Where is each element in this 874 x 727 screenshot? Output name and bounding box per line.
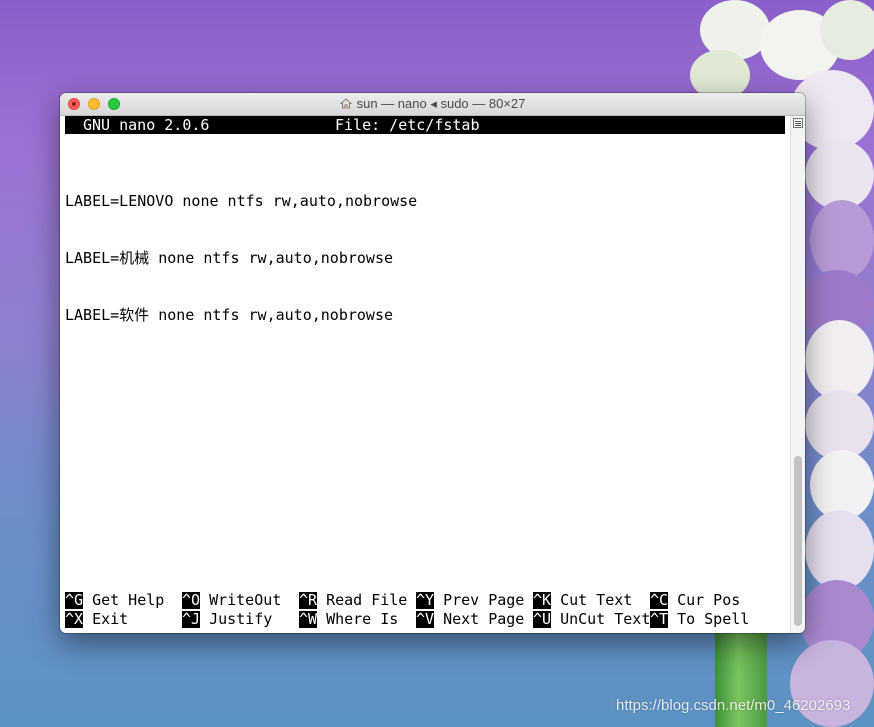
scrollbar-menu-icon[interactable]	[793, 118, 803, 128]
nano-header-bar: GNU nano 2.0.6 File: /etc/fstab	[65, 116, 785, 134]
window-title-area: sun — nano ◂ sudo — 80×27	[60, 96, 805, 112]
shortcut-to-spell[interactable]: ^T To Spell	[650, 610, 749, 629]
scrollbar-thumb[interactable]	[794, 456, 802, 626]
editor-buffer[interactable]: LABEL=LENOVO none ntfs rw,auto,nobrowse …	[65, 154, 417, 363]
home-icon	[339, 98, 352, 109]
shortcut-cut-text[interactable]: ^K Cut Text	[533, 591, 632, 610]
nano-version: GNU nano 2.0.6	[83, 116, 210, 134]
buffer-line[interactable]: LABEL=软件 none ntfs rw,auto,nobrowse	[65, 306, 417, 325]
shortcut-prev-page[interactable]: ^Y Prev Page	[416, 591, 524, 610]
shortcut-exit[interactable]: ^X Exit	[65, 610, 128, 629]
shortcut-uncut-text[interactable]: ^U UnCut Text	[533, 610, 650, 629]
terminal-content[interactable]: GNU nano 2.0.6 File: /etc/fstab LABEL=LE…	[60, 116, 790, 633]
nano-filename: File: /etc/fstab	[335, 116, 480, 134]
shortcut-next-page[interactable]: ^V Next Page	[416, 610, 524, 629]
window-title: sun — nano ◂ sudo — 80×27	[356, 96, 526, 111]
buffer-line[interactable]: LABEL=机械 none ntfs rw,auto,nobrowse	[65, 249, 417, 268]
csdn-watermark: https://blog.csdn.net/m0_46202693	[616, 697, 851, 714]
vertical-scrollbar[interactable]	[790, 116, 805, 633]
buffer-line[interactable]: LABEL=LENOVO none ntfs rw,auto,nobrowse	[65, 192, 417, 211]
shortcut-read-file[interactable]: ^R Read File	[299, 591, 407, 610]
window-titlebar[interactable]: sun — nano ◂ sudo — 80×27	[60, 93, 805, 116]
shortcut-writeout[interactable]: ^O WriteOut	[182, 591, 281, 610]
shortcut-cur-pos[interactable]: ^C Cur Pos	[650, 591, 740, 610]
shortcut-get-help[interactable]: ^G Get Help	[65, 591, 164, 610]
terminal-window: sun — nano ◂ sudo — 80×27 GNU nano 2.0.6…	[60, 93, 805, 633]
shortcut-justify[interactable]: ^J Justify	[182, 610, 272, 629]
shortcut-where-is[interactable]: ^W Where Is	[299, 610, 398, 629]
